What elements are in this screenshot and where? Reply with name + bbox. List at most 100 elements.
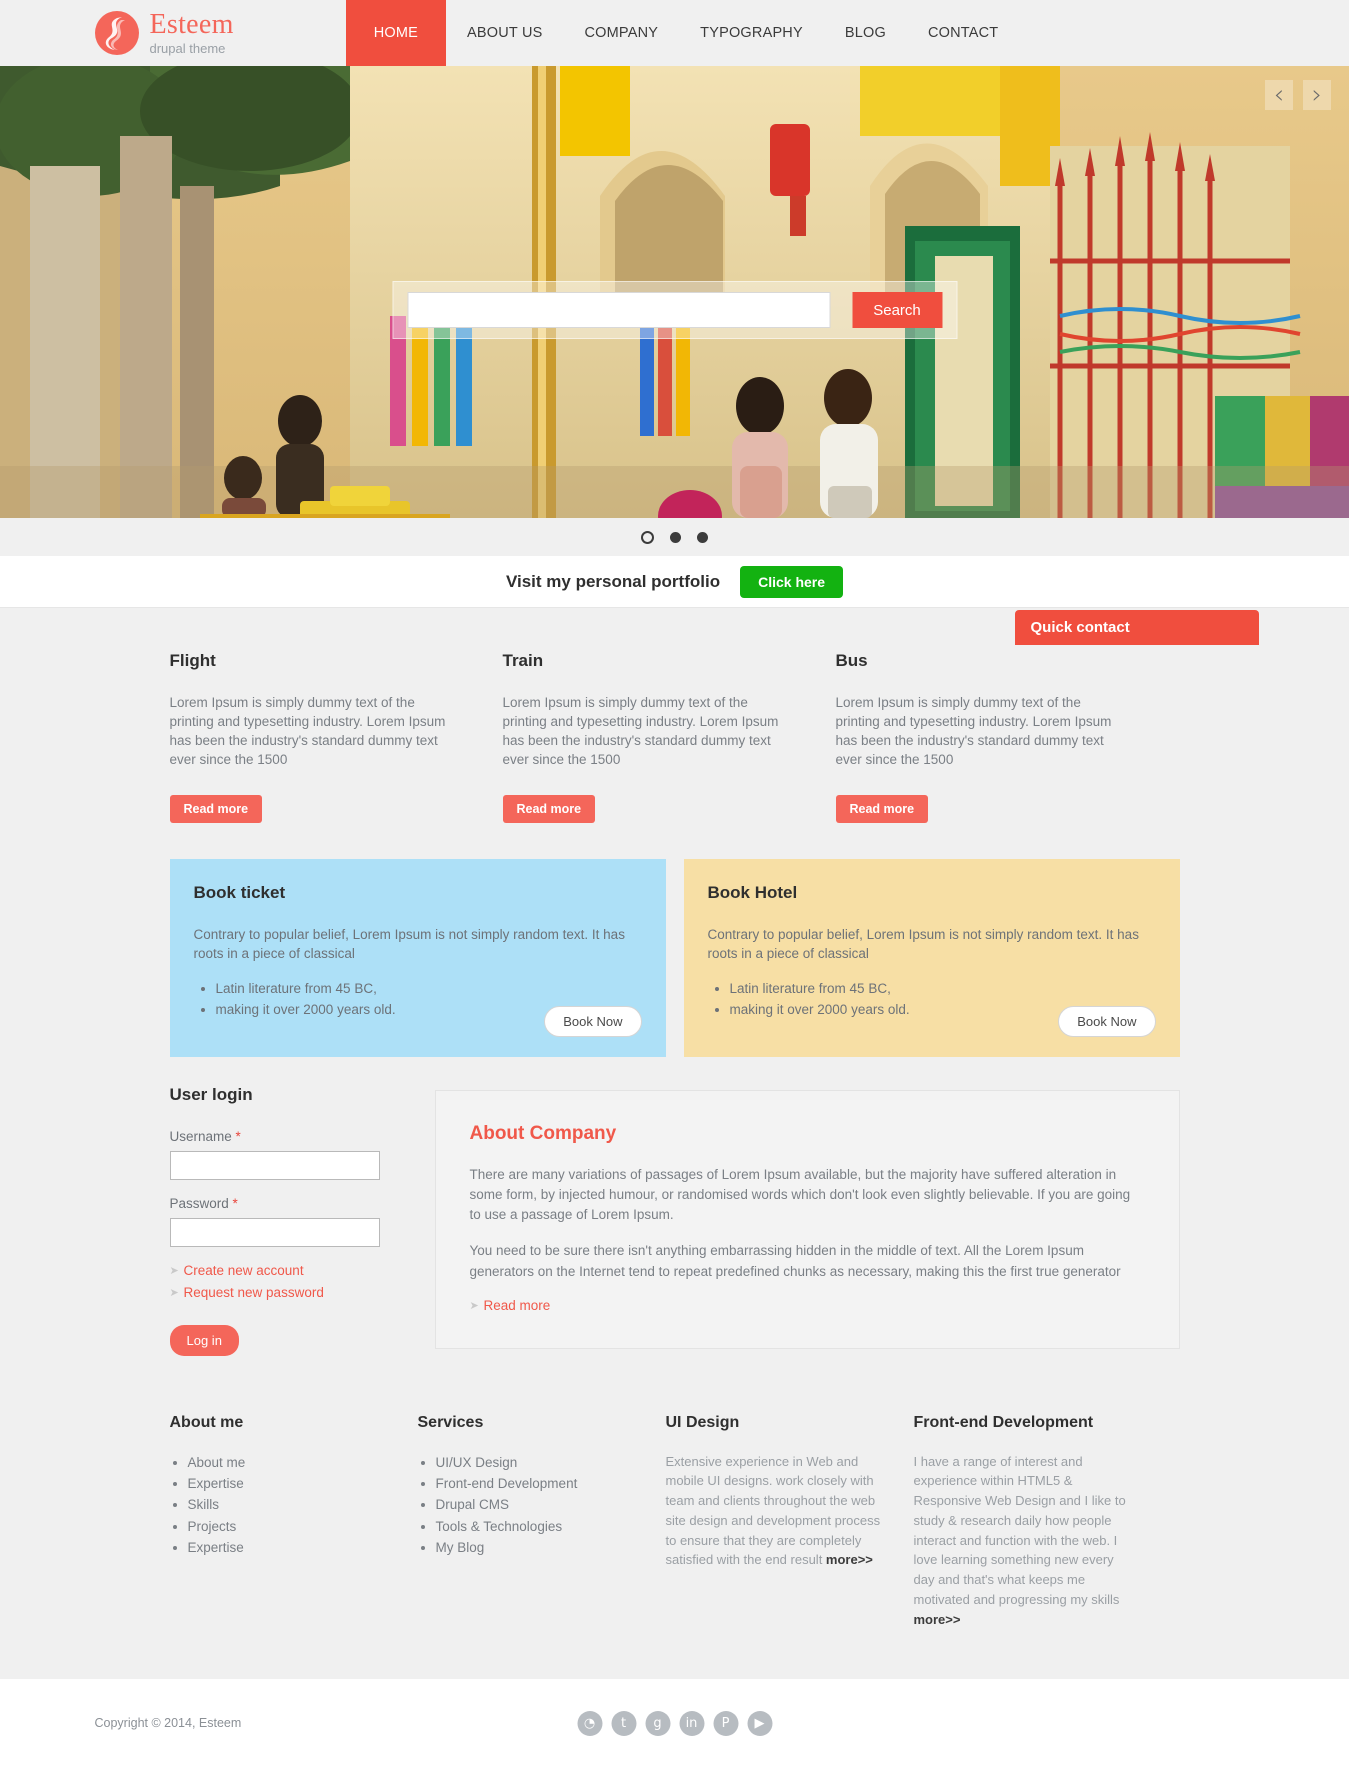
service-read-more-button[interactable]: Read more [169,794,263,823]
username-label: Username * [170,1129,410,1144]
brand-name: Esteem [149,9,234,40]
service-card-flight: Flight Lorem Ipsum is simply dummy text o… [169,651,503,823]
nav-item-contact[interactable]: CONTACT [907,0,1019,66]
footer-list-item[interactable]: About me [188,1452,386,1473]
brand-logo[interactable]: Esteem drupal theme [85,11,234,55]
footer-list-item[interactable]: Skills [188,1494,386,1515]
footer-list-item[interactable]: UI/UX Design [436,1452,634,1473]
footer-list: UI/UX DesignFront-end DevelopmentDrupal … [436,1452,634,1559]
user-login-block: User login Username * Password * ➤ Creat… [169,1084,435,1356]
service-read-more-button[interactable]: Read more [502,794,596,823]
hero-slider: ‹ › Search [0,66,1349,518]
booking-panel-book-ticket: Book ticket Contrary to popular belief, L… [169,858,666,1057]
youtube-icon[interactable]: ▶ [747,1710,772,1736]
footer-more-link[interactable]: more>> [914,1612,961,1627]
rss-icon[interactable]: ◔ [577,1710,602,1736]
footer-list-item[interactable]: My Blog [436,1537,634,1558]
footer-column-title: Services [417,1413,484,1431]
search-input[interactable] [407,292,830,328]
request-password-label: Request new password [183,1284,324,1300]
about-read-more-link[interactable]: ➤ Read more [470,1298,1145,1313]
slider-dot-3[interactable] [697,531,708,543]
footer-list-item[interactable]: Expertise [188,1473,386,1494]
footer-more-link[interactable]: more>> [826,1552,873,1567]
about-company-paragraph-1: There are many variations of passages of… [469,1166,1131,1223]
username-input[interactable] [169,1150,380,1180]
linkedin-icon[interactable]: in [679,1710,704,1736]
booking-panel-book-hotel: Book Hotel Contrary to popular belief, Lo… [683,858,1180,1057]
social-links: ◔ t g in P ▶ [577,1710,772,1736]
nav-item-typography[interactable]: TYPOGRAPHY [679,0,824,66]
footer-list-item[interactable]: Front-end Development [436,1473,634,1494]
footer-column-title: Front-end Development [913,1413,1094,1431]
arrow-bullet-icon: ➤ [169,1286,179,1299]
service-read-more-button[interactable]: Read more [835,794,929,823]
required-marker: * [235,1128,241,1144]
site-footer-bar: Copyright © 2014, Esteem ◔ t g in P ▶ [0,1679,1349,1767]
footer-list-item[interactable]: Projects [188,1516,386,1537]
username-label-text: Username [169,1128,232,1144]
about-read-more-label: Read more [483,1297,551,1313]
create-account-link[interactable]: ➤ Create new account [170,1263,410,1278]
google-plus-icon[interactable]: g [645,1710,670,1736]
search-button[interactable]: Search [852,292,942,328]
footer-text-body: I have a range of interest and experienc… [913,1453,1126,1607]
panel-body: Contrary to popular belief, Lorem Ipsum … [707,926,1139,961]
panel-title: Book Hotel [707,882,798,902]
log-in-button[interactable]: Log in [169,1324,239,1356]
service-body: Lorem Ipsum is simply dummy text of the … [502,695,779,768]
footer-list-item[interactable]: Drupal CMS [436,1494,634,1515]
footer-column-title: UI Design [665,1413,740,1431]
footer-text: Extensive experience in Web and mobile U… [666,1452,882,1571]
footer-column-title: About me [169,1413,244,1431]
panel-title: Book ticket [193,882,286,902]
user-login-title: User login [169,1084,253,1104]
page-root: Esteem drupal theme HOME ABOUT US COMPANY T… [0,0,1349,1767]
service-title: Bus [835,651,868,670]
esteem-logo-icon [94,11,139,55]
footer-column-front-end-development: Front-end Development I have a range of i… [914,1414,1162,1630]
brand-tagline: drupal theme [149,41,226,56]
booking-panels: Book ticket Contrary to popular belief, L… [169,858,1180,1057]
panel-list-item: Latin literature from 45 BC, [216,979,642,1000]
service-title: Train [502,651,544,670]
slider-prev-icon[interactable]: ‹ [1265,80,1293,110]
hero-search-box: Search [392,281,957,339]
click-here-button[interactable]: Click here [740,565,844,598]
main-content: Quick contact Flight Lorem Ipsum is simpl… [0,608,1349,1680]
nav-item-about-us[interactable]: ABOUT US [446,0,563,66]
request-password-link[interactable]: ➤ Request new password [170,1285,410,1300]
book-now-button[interactable]: Book Now [1058,1005,1156,1037]
password-label-text: Password [169,1195,229,1211]
copyright-text: Copyright © 2014, Esteem [94,1716,242,1731]
slider-pagination [0,518,1349,556]
footer-list-item[interactable]: Expertise [188,1537,386,1558]
service-card-train: Train Lorem Ipsum is simply dummy text of… [502,651,836,823]
nav-item-company[interactable]: COMPANY [564,0,680,66]
twitter-icon[interactable]: t [611,1710,636,1736]
nav-item-blog[interactable]: BLOG [824,0,907,66]
quick-contact-tab[interactable]: Quick contact [1014,610,1259,645]
slider-dot-2[interactable] [670,531,681,543]
pinterest-icon[interactable]: P [713,1710,738,1736]
portfolio-banner: Visit my personal portfolio Click here [0,556,1349,608]
slider-next-icon[interactable]: › [1303,80,1331,110]
book-now-button[interactable]: Book Now [544,1005,642,1037]
password-input[interactable] [169,1217,380,1247]
slider-dot-1[interactable] [641,530,654,544]
service-body: Lorem Ipsum is simply dummy text of the … [835,695,1112,768]
create-account-label: Create new account [183,1262,304,1278]
site-header: Esteem drupal theme HOME ABOUT US COMPANY T… [0,0,1349,66]
footer-columns: About meAbout meExpertiseSkillsProjectsE… [170,1356,1180,1680]
footer-list-item[interactable]: Tools & Technologies [436,1516,634,1537]
password-label: Password * [170,1196,410,1211]
footer-column-services: Services UI/UX DesignFront-end Developmen… [418,1414,666,1630]
arrow-bullet-icon: ➤ [469,1299,479,1312]
about-company-paragraph-2: You need to be sure there isn't anything… [469,1243,1121,1279]
arrow-bullet-icon: ➤ [169,1264,179,1277]
nav-item-home[interactable]: HOME [345,0,447,66]
panel-list-item: Latin literature from 45 BC, [730,979,1156,1000]
footer-column-about-me: About meAbout meExpertiseSkillsProjectsE… [170,1414,418,1630]
main-navigation: HOME ABOUT US COMPANY TYPOGRAPHY BLOG CONTACT [345,0,1020,66]
about-company-title: About Company [469,1122,617,1144]
